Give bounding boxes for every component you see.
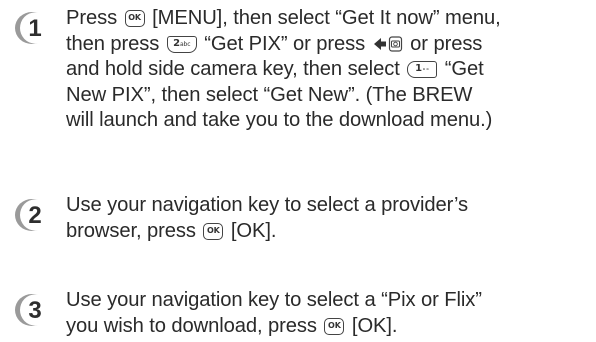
number-1-key-icon: 1∘∘ bbox=[407, 61, 438, 78]
text-segment: New PIX”, then select “Get New”. (The BR… bbox=[66, 83, 473, 106]
camera-lens bbox=[392, 41, 398, 46]
text-segment: Use your navigation key to select a prov… bbox=[66, 194, 468, 216]
step-number-badge: 1 bbox=[14, 11, 51, 45]
text-segment: [OK]. bbox=[346, 314, 398, 337]
number-2-key-icon: 2abc bbox=[166, 35, 197, 53]
text-segment: [MENU], then select “Get It now” menu, bbox=[146, 7, 501, 29]
text-segment: “Get PIX” or press bbox=[198, 32, 371, 55]
text-segment: and hold side camera key, then select bbox=[66, 58, 406, 80]
step-number: 3 bbox=[28, 297, 41, 324]
step-number: 1 bbox=[28, 15, 41, 42]
ok-key-icon: OK bbox=[203, 222, 224, 240]
ok-key-icon: OK bbox=[324, 317, 345, 335]
step-number-badge: 2 bbox=[14, 198, 51, 232]
step-text-line: you wish to download, press OK [OK]. bbox=[66, 314, 588, 340]
step-text-line: Use your navigation key to select a prov… bbox=[66, 193, 588, 219]
step-text-line: browser, press OK [OK]. bbox=[66, 219, 588, 245]
text-segment: then press bbox=[66, 32, 165, 55]
step-text-line: Press OK [MENU], then select “Get It now… bbox=[66, 6, 588, 32]
left-arrow-icon bbox=[373, 37, 386, 50]
step-text: Use your navigation key to select a prov… bbox=[66, 193, 588, 244]
step-text: Press OK [MENU], then select “Get It now… bbox=[66, 6, 588, 134]
step-text-line: then press 2abc “Get PIX” or press or pr… bbox=[66, 32, 588, 58]
text-segment: you wish to download, press bbox=[66, 314, 323, 337]
step-text-line: Use your navigation key to select a “Pix… bbox=[66, 288, 588, 314]
text-segment: will launch and take you to the download… bbox=[66, 109, 493, 131]
text-segment: “Get bbox=[439, 58, 484, 80]
instruction-page: 1 Press OK [MENU], then select “Get It n… bbox=[0, 0, 596, 342]
step-text: Use your navigation key to select a “Pix… bbox=[66, 288, 588, 339]
text-segment: Press bbox=[66, 7, 123, 29]
step-number: 2 bbox=[28, 202, 41, 229]
ok-key-icon: OK bbox=[124, 10, 145, 27]
text-segment: [OK]. bbox=[225, 219, 277, 242]
text-segment: browser, press bbox=[66, 219, 202, 242]
step-text-line: and hold side camera key, then select 1∘… bbox=[66, 57, 588, 83]
step-number-badge: 3 bbox=[14, 293, 51, 327]
step-text-line: New PIX”, then select “Get New”. (The BR… bbox=[66, 83, 588, 109]
text-segment: Use your navigation key to select a “Pix… bbox=[66, 289, 482, 311]
step-text-line: will launch and take you to the download… bbox=[66, 108, 588, 134]
text-segment: or press bbox=[404, 32, 483, 55]
